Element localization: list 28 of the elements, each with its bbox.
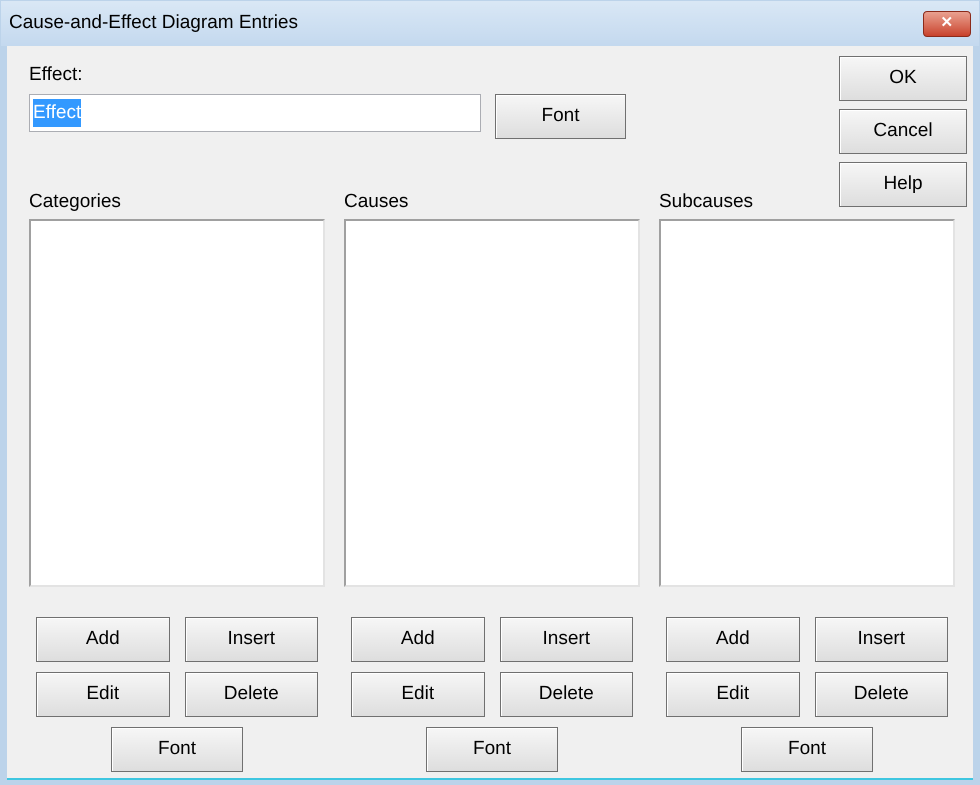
list-box[interactable] [29, 219, 325, 587]
font-button[interactable]: Font [741, 727, 873, 772]
effect-value: Effect [33, 98, 82, 128]
list-action-button[interactable]: Edit [351, 672, 484, 717]
list-action-button[interactable]: Delete [814, 672, 948, 717]
window-title: Cause-and-Effect Diagram Entries [9, 11, 298, 36]
list-action-button[interactable]: Delete [500, 672, 633, 717]
list-box[interactable] [344, 219, 640, 587]
list-action-button[interactable]: Add [666, 617, 800, 662]
font-button[interactable]: Font [426, 727, 558, 772]
list-action-button[interactable]: Add [351, 617, 484, 662]
list-action-button[interactable]: Delete [184, 672, 318, 717]
effect-label: Effect: [29, 64, 84, 86]
list-label: Causes [344, 191, 410, 213]
dialog-button[interactable]: OK [839, 56, 967, 101]
font-button[interactable]: Font [495, 94, 626, 139]
list-action-button[interactable]: Insert [500, 617, 633, 662]
list-action-button[interactable]: Edit [36, 672, 170, 717]
list-box[interactable] [659, 219, 955, 587]
list-action-button[interactable]: Insert [184, 617, 318, 662]
font-button[interactable]: Font [111, 727, 243, 772]
list-action-button[interactable]: Insert [814, 617, 948, 662]
list-label: Categories [29, 191, 122, 213]
list-action-button[interactable]: Edit [666, 672, 800, 717]
dialog-button[interactable]: Help [839, 162, 967, 207]
list-label: Subcauses [659, 191, 754, 213]
list-action-button[interactable]: Add [36, 617, 170, 662]
dialog-button[interactable]: Cancel [839, 109, 967, 154]
